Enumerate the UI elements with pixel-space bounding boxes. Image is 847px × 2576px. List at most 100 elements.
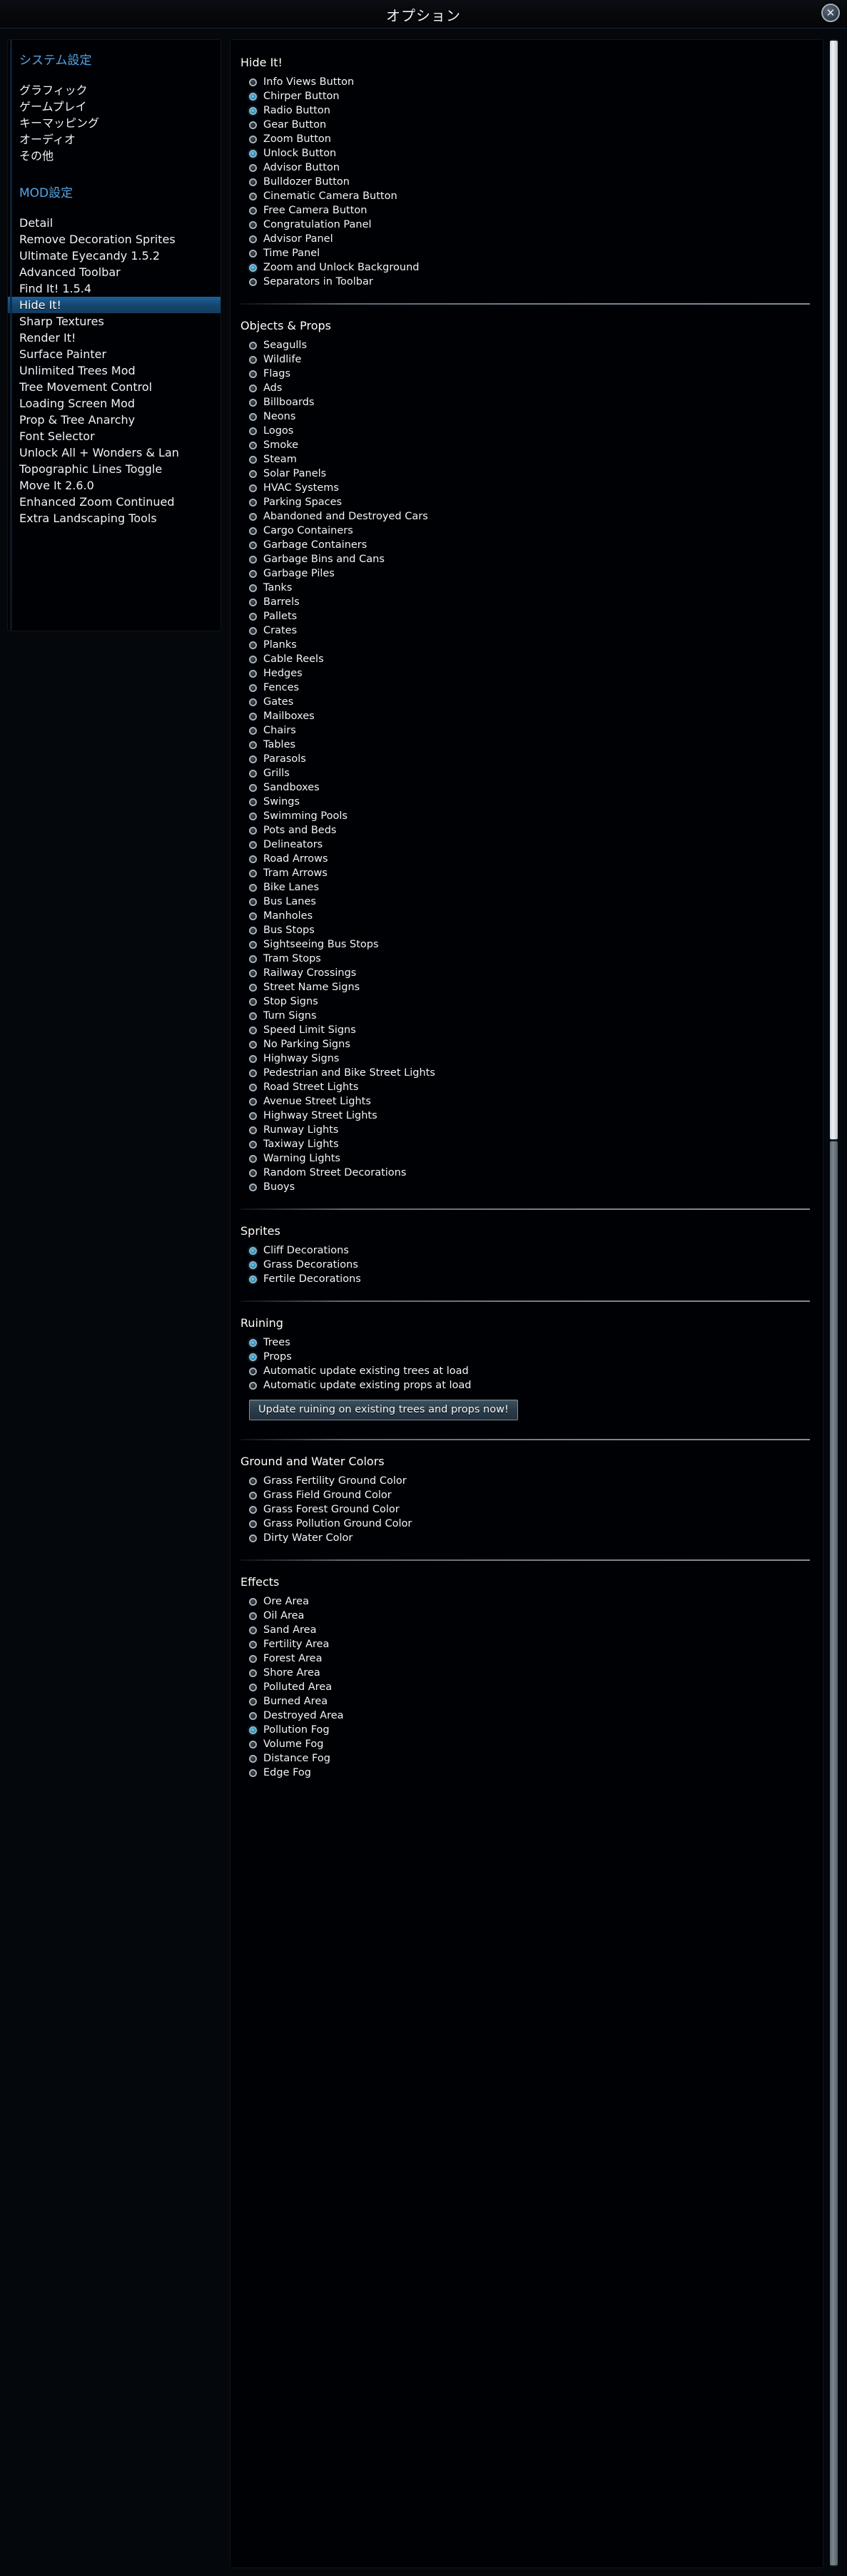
option-row[interactable]: Gates xyxy=(230,695,823,709)
option-row[interactable]: Radio Button xyxy=(230,103,823,118)
checkbox-unchecked-icon[interactable] xyxy=(249,484,257,492)
sidebar-item-mod-10[interactable]: Tree Movement Control xyxy=(8,379,220,395)
option-row[interactable]: Hedges xyxy=(230,666,823,681)
option-row[interactable]: Zoom Button xyxy=(230,132,823,146)
option-row[interactable]: Crates xyxy=(230,623,823,638)
option-row[interactable]: Fertility Area xyxy=(230,1637,823,1651)
checkbox-unchecked-icon[interactable] xyxy=(249,840,257,849)
sidebar-item-mod-11[interactable]: Loading Screen Mod xyxy=(8,395,220,412)
checkbox-unchecked-icon[interactable] xyxy=(249,1534,257,1542)
option-row[interactable]: Turn Signs xyxy=(230,1009,823,1023)
checkbox-unchecked-icon[interactable] xyxy=(249,1381,257,1390)
sidebar-item-mod-3[interactable]: Advanced Toolbar xyxy=(8,264,220,280)
option-row[interactable]: Seagulls xyxy=(230,338,823,352)
checkbox-unchecked-icon[interactable] xyxy=(249,1026,257,1034)
option-row[interactable]: Zoom and Unlock Background xyxy=(230,260,823,275)
option-row[interactable]: Buoys xyxy=(230,1180,823,1194)
checkbox-unchecked-icon[interactable] xyxy=(249,441,257,449)
option-row[interactable]: Grass Forest Ground Color xyxy=(230,1502,823,1517)
option-row[interactable]: Bus Lanes xyxy=(230,895,823,909)
option-row[interactable]: Advisor Button xyxy=(230,161,823,175)
checkbox-unchecked-icon[interactable] xyxy=(249,969,257,977)
option-row[interactable]: Bus Stops xyxy=(230,923,823,937)
checkbox-unchecked-icon[interactable] xyxy=(249,612,257,621)
option-row[interactable]: Unlock Button xyxy=(230,146,823,161)
checkbox-unchecked-icon[interactable] xyxy=(249,1069,257,1077)
option-row[interactable]: No Parking Signs xyxy=(230,1037,823,1052)
option-row[interactable]: Ads xyxy=(230,381,823,395)
checkbox-unchecked-icon[interactable] xyxy=(249,220,257,229)
option-row[interactable]: Dirty Water Color xyxy=(230,1531,823,1545)
checkbox-unchecked-icon[interactable] xyxy=(249,1612,257,1620)
option-row[interactable]: Solar Panels xyxy=(230,467,823,481)
option-row[interactable]: Cliff Decorations xyxy=(230,1243,823,1258)
sidebar-item-mod-17[interactable]: Enhanced Zoom Continued xyxy=(8,494,220,510)
sidebar-item-mod-14[interactable]: Unlock All + Wonders & Lan xyxy=(8,444,220,461)
option-row[interactable]: Manholes xyxy=(230,909,823,923)
checkbox-unchecked-icon[interactable] xyxy=(249,655,257,663)
checkbox-checked-icon[interactable] xyxy=(249,1246,257,1255)
checkbox-unchecked-icon[interactable] xyxy=(249,669,257,678)
option-row[interactable]: Grass Pollution Ground Color xyxy=(230,1517,823,1531)
sidebar-item-mod-1[interactable]: Remove Decoration Sprites xyxy=(8,231,220,248)
option-row[interactable]: Cargo Containers xyxy=(230,524,823,538)
option-row[interactable]: Time Panel xyxy=(230,246,823,260)
option-row[interactable]: Flags xyxy=(230,367,823,381)
checkbox-unchecked-icon[interactable] xyxy=(249,1154,257,1163)
checkbox-unchecked-icon[interactable] xyxy=(249,712,257,721)
option-row[interactable]: Railway Crossings xyxy=(230,966,823,980)
close-icon[interactable]: ✕ xyxy=(821,4,840,22)
option-row[interactable]: Swimming Pools xyxy=(230,809,823,823)
sidebar-item-mod-13[interactable]: Font Selector xyxy=(8,428,220,444)
checkbox-unchecked-icon[interactable] xyxy=(249,455,257,464)
checkbox-unchecked-icon[interactable] xyxy=(249,469,257,478)
checkbox-unchecked-icon[interactable] xyxy=(249,278,257,286)
option-row[interactable]: Sandboxes xyxy=(230,780,823,795)
option-row[interactable]: Ore Area xyxy=(230,1594,823,1609)
scrollbar-lower-track[interactable] xyxy=(830,1141,838,2565)
checkbox-unchecked-icon[interactable] xyxy=(249,569,257,578)
option-row[interactable]: Warning Lights xyxy=(230,1151,823,1166)
option-row[interactable]: Grass Decorations xyxy=(230,1258,823,1272)
option-row[interactable]: Taxiway Lights xyxy=(230,1137,823,1151)
checkbox-unchecked-icon[interactable] xyxy=(249,178,257,186)
option-row[interactable]: Edge Fog xyxy=(230,1766,823,1780)
option-row[interactable]: Street Name Signs xyxy=(230,980,823,994)
sidebar-item-mod-0[interactable]: Detail xyxy=(8,215,220,231)
option-row[interactable]: HVAC Systems xyxy=(230,481,823,495)
option-row[interactable]: Sightseeing Bus Stops xyxy=(230,937,823,952)
checkbox-unchecked-icon[interactable] xyxy=(249,954,257,963)
checkbox-unchecked-icon[interactable] xyxy=(249,1367,257,1375)
option-row[interactable]: Info Views Button xyxy=(230,75,823,89)
sidebar-item-system-0[interactable]: グラフィック xyxy=(8,82,220,98)
checkbox-unchecked-icon[interactable] xyxy=(249,812,257,820)
checkbox-unchecked-icon[interactable] xyxy=(249,755,257,763)
sidebar-item-mod-4[interactable]: Find It! 1.5.4 xyxy=(8,280,220,297)
option-row[interactable]: Oil Area xyxy=(230,1609,823,1623)
update-ruining-button[interactable]: Update ruining on existing trees and pro… xyxy=(249,1400,518,1420)
option-row[interactable]: Tanks xyxy=(230,581,823,595)
checkbox-unchecked-icon[interactable] xyxy=(249,384,257,392)
sidebar-item-mod-9[interactable]: Unlimited Trees Mod xyxy=(8,362,220,379)
checkbox-unchecked-icon[interactable] xyxy=(249,341,257,350)
checkbox-unchecked-icon[interactable] xyxy=(249,235,257,243)
checkbox-unchecked-icon[interactable] xyxy=(249,1640,257,1649)
option-row[interactable]: Tram Stops xyxy=(230,952,823,966)
option-row[interactable]: Fences xyxy=(230,681,823,695)
option-row[interactable]: Burned Area xyxy=(230,1694,823,1709)
checkbox-unchecked-icon[interactable] xyxy=(249,940,257,949)
option-row[interactable]: Garbage Bins and Cans xyxy=(230,552,823,566)
checkbox-unchecked-icon[interactable] xyxy=(249,769,257,778)
option-row[interactable]: Free Camera Button xyxy=(230,203,823,218)
scrollbar-thumb[interactable] xyxy=(830,41,838,1139)
option-row[interactable]: Advisor Panel xyxy=(230,232,823,246)
option-row[interactable]: Grass Fertility Ground Color xyxy=(230,1474,823,1488)
checkbox-unchecked-icon[interactable] xyxy=(249,135,257,143)
option-row[interactable]: Pedestrian and Bike Street Lights xyxy=(230,1066,823,1080)
option-row[interactable]: Avenue Street Lights xyxy=(230,1094,823,1109)
sidebar-item-mod-16[interactable]: Move It 2.6.0 xyxy=(8,477,220,494)
checkbox-unchecked-icon[interactable] xyxy=(249,1654,257,1663)
option-row[interactable]: Billboards xyxy=(230,395,823,409)
sidebar-item-mod-7[interactable]: Render It! xyxy=(8,330,220,346)
checkbox-checked-icon[interactable] xyxy=(249,149,257,158)
